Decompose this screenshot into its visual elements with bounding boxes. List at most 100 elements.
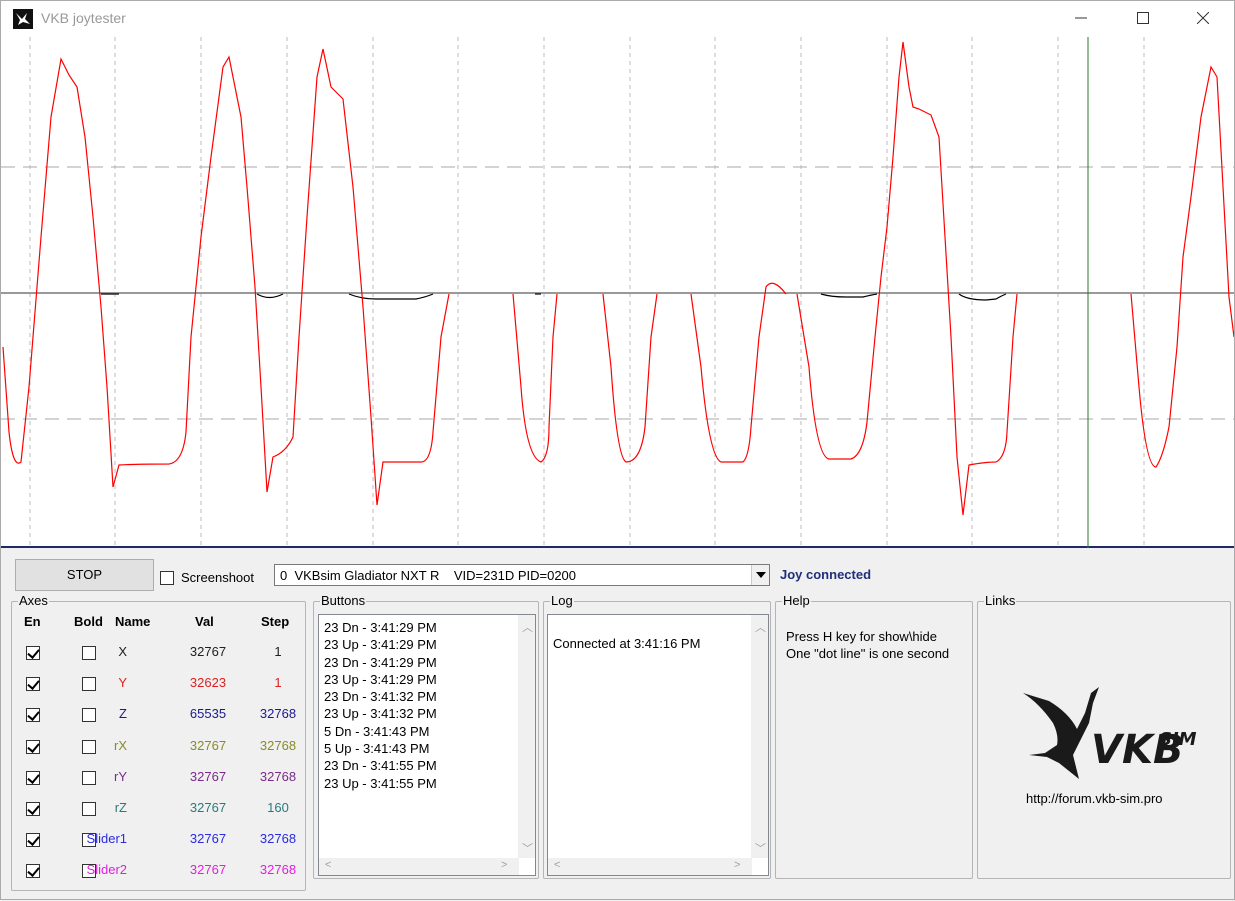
axis-bold-checkbox[interactable] — [82, 646, 96, 660]
axis-value: 32767 — [189, 644, 227, 659]
axis-step: 32768 — [259, 862, 297, 878]
axis-bold-checkbox[interactable] — [82, 708, 96, 723]
scroll-down-icon[interactable]: ﹀ — [522, 840, 533, 856]
stop-button[interactable]: STOP — [15, 559, 154, 591]
list-item[interactable]: 23 Dn - 3:41:55 PM — [324, 757, 437, 774]
oscilloscope-plot — [1, 37, 1234, 548]
axis-bold-checkbox[interactable] — [82, 739, 96, 754]
dropdown-button[interactable] — [751, 565, 769, 585]
secondary-trace — [101, 293, 1007, 301]
axis-row: Slider2 32767 32768 — [12, 862, 296, 892]
buttons-listbox[interactable]: 23 Dn - 3:41:29 PM 23 Up - 3:41:29 PM 23 D… — [318, 614, 536, 876]
svg-text:SIM: SIM — [1159, 729, 1197, 750]
axes-header-bold: Bold — [74, 614, 103, 629]
screenshot-label: Screenshoot — [181, 570, 254, 585]
log-horizontal-scrollbar[interactable]: < > — [548, 858, 752, 875]
log-vertical-scrollbar[interactable]: ︿ ﹀ — [751, 615, 768, 858]
buttons-horizontal-scrollbar[interactable]: < > — [319, 858, 519, 875]
axis-step: 32768 — [259, 706, 297, 722]
buttons-group: Buttons 23 Dn - 3:41:29 PM 23 Up - 3:41:2… — [313, 593, 539, 879]
list-item[interactable]: 23 Dn - 3:41:29 PM — [324, 654, 437, 671]
axes-header-en: En — [24, 614, 41, 629]
list-item[interactable]: 23 Up - 3:41:32 PM — [324, 705, 437, 722]
axis-enable-checkbox[interactable] — [26, 677, 40, 692]
log-listbox[interactable]: Connected at 3:41:16 PM ︿ ﹀ < > — [547, 614, 769, 876]
links-group-title: Links — [984, 593, 1017, 608]
help-group: Help Press H key for show\hide One "dot … — [775, 593, 973, 879]
buttons-entries: 23 Dn - 3:41:29 PM 23 Up - 3:41:29 PM 23 D… — [324, 619, 437, 792]
connection-status: Joy connected — [780, 567, 872, 582]
axis-name: rZ — [114, 800, 127, 815]
scroll-right-icon[interactable]: > — [734, 859, 740, 871]
axis-name: rX — [114, 737, 127, 753]
axis-step: 32768 — [259, 737, 297, 753]
minimize-button[interactable] — [1058, 1, 1104, 37]
axis-value: 32767 — [189, 800, 227, 815]
app-window: VKB joytester STOP Screenshoot 0 VKBsim … — [0, 0, 1235, 900]
axis-enable-checkbox[interactable] — [26, 646, 40, 660]
list-item[interactable]: 23 Dn - 3:41:29 PM — [324, 619, 437, 636]
buttons-vertical-scrollbar[interactable]: ︿ ﹀ — [518, 615, 535, 858]
axis-enable-checkbox[interactable] — [26, 864, 40, 879]
axis-row: rZ 32767 160 — [12, 800, 289, 830]
list-item[interactable]: 23 Up - 3:41:29 PM — [324, 671, 437, 688]
axis-row: rX 32767 32768 — [12, 737, 296, 768]
axis-row: Slider1 32767 32768 — [12, 831, 296, 861]
maximize-button[interactable] — [1120, 1, 1166, 37]
axis-name: X — [118, 644, 127, 659]
vkb-app-icon — [13, 9, 33, 29]
screenshot-checkbox[interactable] — [160, 571, 174, 585]
window-title: VKB joytester — [41, 10, 126, 26]
scroll-up-icon[interactable]: ︿ — [522, 619, 533, 635]
scroll-up-icon[interactable]: ︿ — [755, 619, 766, 635]
list-item[interactable]: 23 Up - 3:41:55 PM — [324, 775, 437, 792]
maximize-icon — [1137, 12, 1149, 24]
axis-name: Z — [119, 706, 127, 722]
close-button[interactable] — [1180, 1, 1226, 37]
axis-step: 160 — [267, 800, 289, 815]
axis-value: 32767 — [189, 862, 227, 878]
axis-step: 1 — [274, 644, 282, 659]
axis-enable-checkbox[interactable] — [26, 802, 40, 816]
axis-value: 32767 — [189, 737, 227, 753]
axis-step: 32768 — [259, 768, 297, 784]
axis-bold-checkbox[interactable] — [82, 770, 96, 785]
axis-value: 32767 — [189, 768, 227, 784]
list-item[interactable]: 23 Dn - 3:41:32 PM — [324, 688, 437, 705]
scroll-right-icon[interactable]: > — [501, 859, 507, 871]
list-item[interactable]: 5 Dn - 3:41:43 PM — [324, 723, 437, 740]
forum-link[interactable]: http://forum.vkb-sim.pro — [1026, 791, 1163, 806]
axis-bold-checkbox[interactable] — [82, 802, 96, 816]
title-bar: VKB joytester — [1, 1, 1234, 37]
scroll-down-icon[interactable]: ﹀ — [755, 840, 766, 856]
axis-row: Y 32623 1 — [12, 675, 282, 705]
vkb-sim-logo: VKB SIM — [1019, 683, 1199, 786]
axis-enable-checkbox[interactable] — [26, 739, 40, 754]
axis-enable-checkbox[interactable] — [26, 708, 40, 723]
axis-value: 65535 — [189, 706, 227, 722]
minimize-icon — [1075, 17, 1087, 19]
device-select[interactable]: 0 VKBsim Gladiator NXT R VID=231D PID=02… — [274, 564, 770, 586]
axis-value: 32767 — [189, 831, 227, 847]
axes-header-val: Val — [195, 614, 214, 629]
axes-group: Axes En Bold Name Val Step X 32767 1 Y 32623… — [11, 593, 306, 892]
log-group: Log Connected at 3:41:16 PM ︿ ﹀ < > — [543, 593, 771, 879]
oscilloscope-canvas — [1, 37, 1234, 548]
axis-row: X 32767 1 — [12, 644, 282, 674]
axis-bold-checkbox[interactable] — [82, 677, 96, 692]
axes-header-step: Step — [261, 614, 290, 629]
list-item[interactable]: 5 Up - 3:41:43 PM — [324, 740, 437, 757]
axis-value: 32623 — [189, 675, 227, 691]
axis-name: Slider2 — [86, 862, 127, 878]
axis-enable-checkbox[interactable] — [26, 833, 40, 848]
scroll-left-icon[interactable]: < — [554, 859, 560, 871]
axis-name: rY — [114, 768, 127, 784]
list-item[interactable]: 23 Up - 3:41:29 PM — [324, 636, 437, 653]
axis-row: Z 65535 32768 — [12, 706, 296, 736]
axis-name: Y — [118, 675, 127, 691]
list-item[interactable]: Connected at 3:41:16 PM — [553, 635, 700, 652]
chevron-down-icon — [756, 572, 766, 578]
scroll-left-icon[interactable]: < — [325, 859, 331, 871]
close-icon — [1197, 12, 1209, 24]
axis-enable-checkbox[interactable] — [26, 770, 40, 785]
